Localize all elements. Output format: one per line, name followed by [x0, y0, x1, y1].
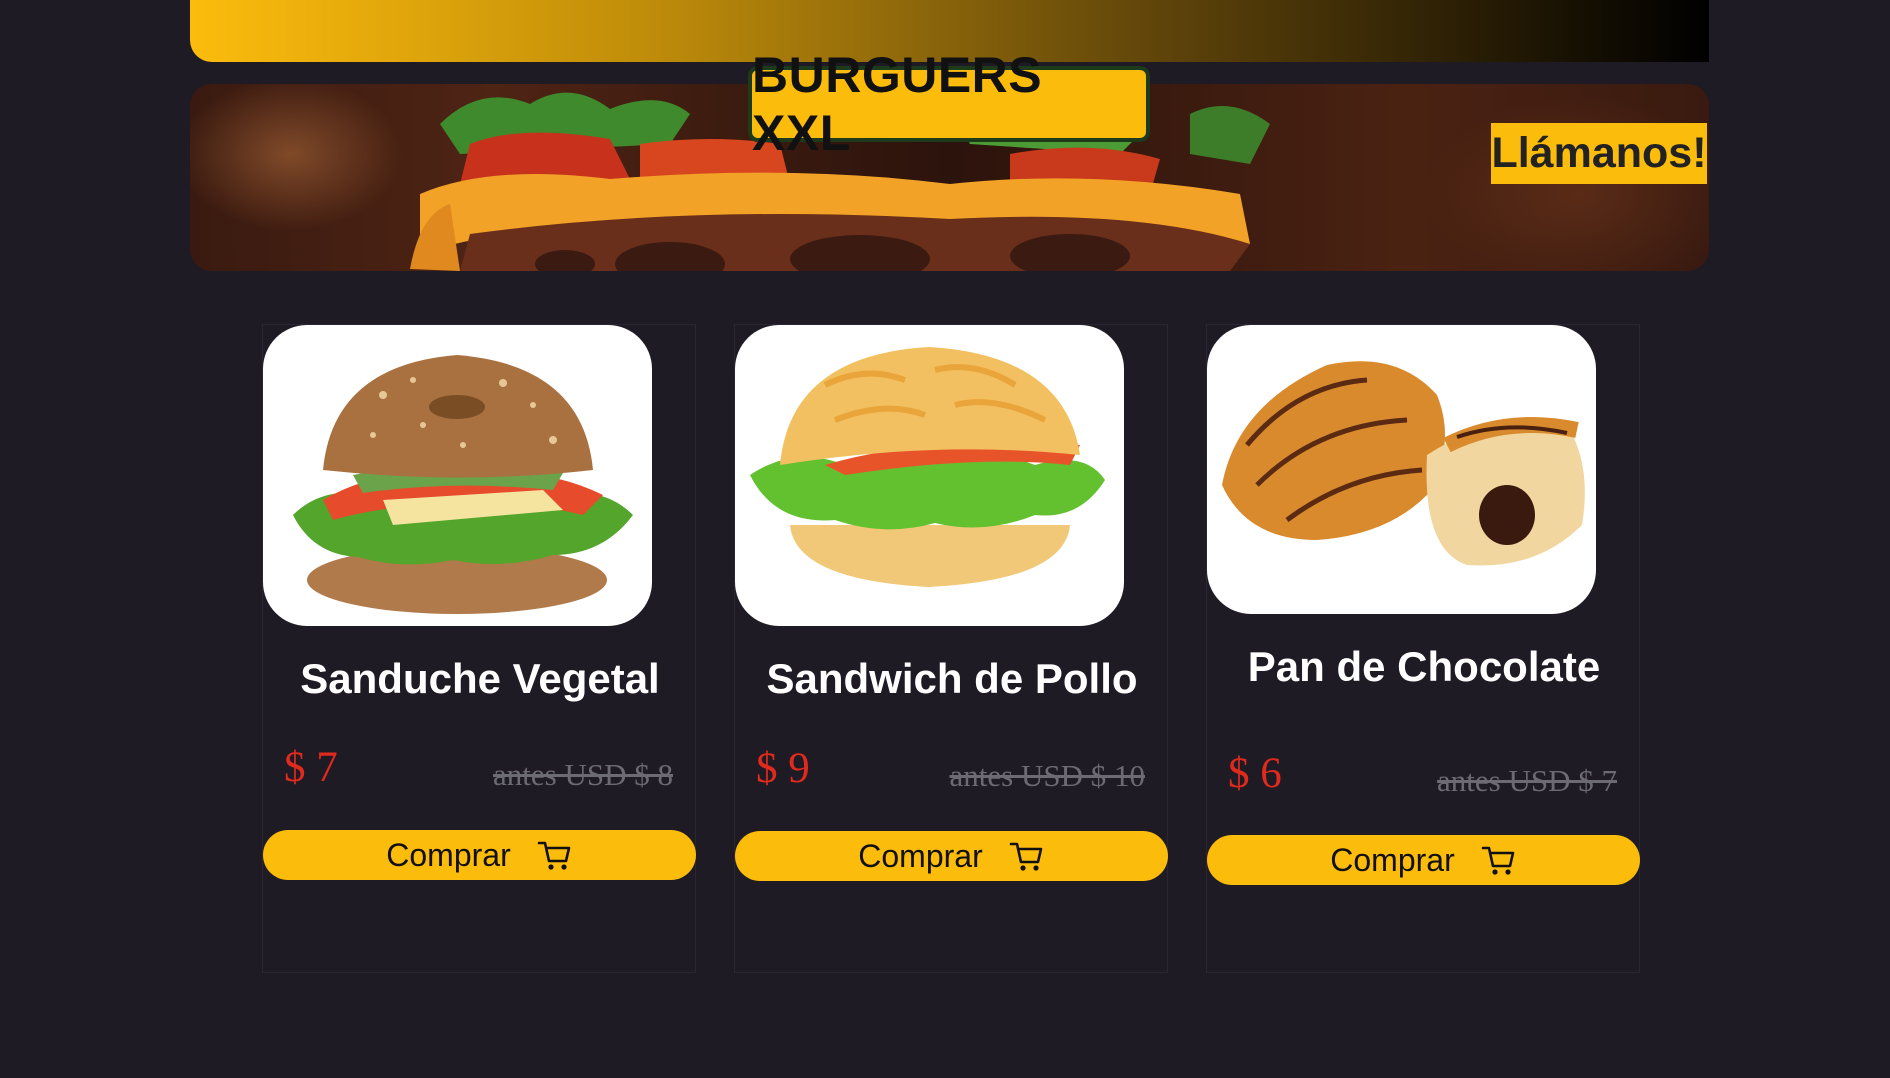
- buy-label: Comprar: [1330, 841, 1455, 878]
- buy-label: Comprar: [858, 837, 983, 874]
- product-price: $ 7: [284, 744, 338, 791]
- product-card: Sandwich de Pollo $ 9 antes USD $ 10 Com…: [734, 324, 1168, 973]
- product-name: Sanduche Vegetal: [300, 655, 660, 702]
- buy-button[interactable]: Comprar: [735, 831, 1168, 881]
- product-card: Sanduche Vegetal $ 7 antes USD $ 8 Compr…: [262, 324, 696, 973]
- product-old-price: antes USD $ 7: [1437, 763, 1617, 798]
- product-name: Pan de Chocolate: [1247, 643, 1601, 690]
- bagel-sandwich-image: [263, 325, 652, 626]
- buy-label: Comprar: [386, 836, 511, 873]
- shopping-cart-icon: [537, 837, 573, 873]
- buy-button[interactable]: Comprar: [1207, 835, 1640, 885]
- product-name: Sandwich de Pollo: [766, 655, 1138, 702]
- chicken-sandwich-image: [735, 325, 1124, 626]
- call-us-button[interactable]: Llámanos!: [1491, 123, 1707, 184]
- shopping-cart-icon: [1009, 838, 1045, 874]
- product-price: $ 9: [756, 745, 810, 792]
- buy-button[interactable]: Comprar: [263, 830, 696, 880]
- product-card: Pan de Chocolate $ 6 antes USD $ 7 Compr…: [1206, 324, 1640, 973]
- brand-logo: BURGUERS XXL: [748, 47, 1150, 161]
- product-price: $ 6: [1228, 750, 1282, 797]
- product-old-price: antes USD $ 10: [949, 758, 1145, 793]
- chocolate-croissant-image: [1207, 325, 1596, 614]
- shopping-cart-icon: [1481, 842, 1517, 878]
- product-old-price: antes USD $ 8: [493, 757, 673, 792]
